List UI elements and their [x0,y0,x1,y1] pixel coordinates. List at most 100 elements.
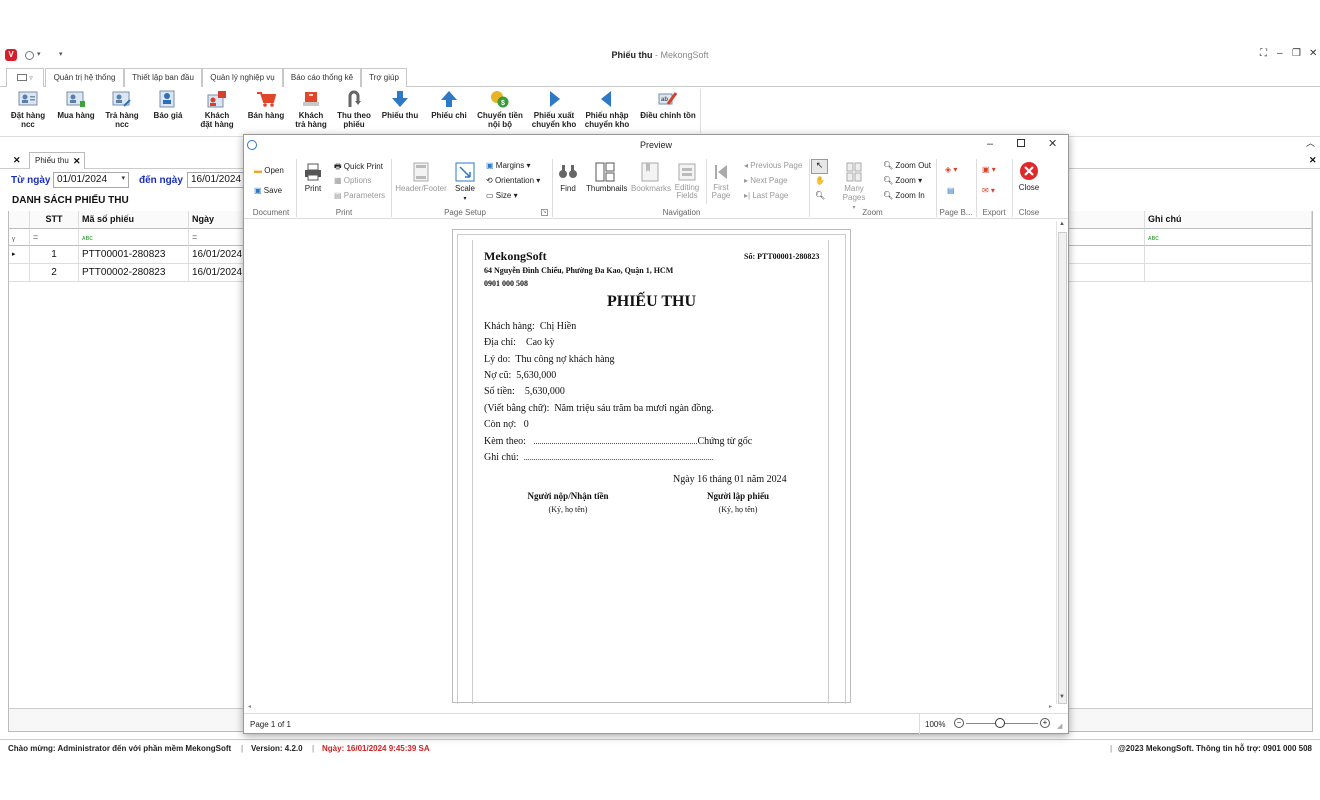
col-header-blank[interactable] [1068,211,1145,229]
scale-button[interactable]: Scale ▾ [452,162,478,202]
tab-tro-giup[interactable]: Trợ giúp [361,68,407,87]
filter-blank[interactable] [1068,229,1145,246]
table-cell-code[interactable]: PTT00001-280823 [79,246,189,264]
orientation-button[interactable]: ⟲ Orientation ▾ [486,176,540,185]
close-button[interactable]: ✕ [1309,48,1317,59]
app-menu-button[interactable]: ▿ [6,68,44,87]
tab-quan-ly-nghiep-vu[interactable]: Quản lý nghiệp vụ [202,68,283,88]
minimize-button[interactable]: – [1277,48,1283,59]
close-document-icon[interactable]: ✕ [1309,155,1317,166]
page-setup-launcher-icon[interactable]: ↘ [541,209,548,216]
ribbon-thu-theo-phieu[interactable]: Thu theo phiếu [330,90,378,129]
preview-close-button[interactable]: ✕ [1048,137,1057,150]
export-icon[interactable]: ▣ ▾ [982,165,996,174]
table-cell-stt[interactable]: 2 [30,264,79,282]
size-button[interactable]: ▭ Size ▾ [486,191,518,200]
magnifier-tool-icon[interactable]: 🔍︎ [815,191,825,200]
from-date-field[interactable]: 01/01/2024 ▾ [53,172,129,188]
table-cell-blank[interactable] [1068,246,1145,264]
bookmarks-button[interactable]: Bookmarks [631,162,671,193]
ribbon-dat-hang-ncc[interactable]: Đặt hàng ncc [4,90,52,129]
vertical-scrollbar[interactable]: ▲ ▼ [1056,221,1067,704]
ribbon-chuyen-tien-noi-bo[interactable]: $ Chuyển tiền nội bộ [476,90,524,129]
scroll-up-icon[interactable]: ▲ [1059,221,1065,227]
open-button[interactable]: ▬ Open [254,166,284,175]
page-color-icon[interactable]: ◈ ▾ [945,165,957,174]
table-cell-stt[interactable]: 1 [30,246,79,264]
ribbon-khach-dat-hang[interactable]: Khách đặt hàng [193,90,241,129]
table-cell-date[interactable]: 16/01/2024 [189,246,249,264]
fullscreen-icon[interactable]: ⛶ [1260,48,1267,59]
header-footer-button[interactable]: Header/Footer [394,162,448,193]
zoom-in-button[interactable]: 🔍︎ Zoom In [883,191,925,200]
tab-bao-cao-thong-ke[interactable]: Báo cáo thống kê [283,68,361,87]
pointer-tool-icon[interactable]: ↖ [811,159,828,174]
filter-note[interactable]: ᴀʙᴄ [1145,229,1312,246]
last-page-button[interactable]: ▸| Last Page [744,191,788,200]
ribbon-bao-gia[interactable]: Báo giá [144,90,192,120]
filter-row-icon[interactable]: ᵧ [9,229,30,246]
ribbon-phieu-chi[interactable]: Phiếu chi [425,90,473,120]
preview-maximize-button[interactable] [1017,139,1025,147]
tab-phieu-thu[interactable]: Phiếu thu ✕ [29,152,85,169]
find-button[interactable]: Find [555,162,581,193]
many-pages-button[interactable]: Many Pages ▾ [832,162,876,211]
thumbnails-button[interactable]: Thumbnails [586,162,627,193]
next-page-button[interactable]: ▸ Next Page [744,176,788,185]
print-button[interactable]: Print [301,162,325,193]
ribbon-khach-tra-hang[interactable]: Khách trả hàng [287,90,335,129]
tab-thiet-lap-ban-dau[interactable]: Thiết lập ban đầu [124,68,202,87]
zoom-in-small-icon[interactable]: + [1040,718,1050,728]
send-icon[interactable]: ✉ ▾ [982,186,995,195]
col-header-code[interactable]: Mã số phiếu [79,211,189,229]
close-preview-button[interactable]: Close [1014,161,1044,192]
table-cell-note[interactable] [1145,246,1312,264]
ribbon-phieu-xuat-chuyen-kho[interactable]: Phiếu xuất chuyển kho [530,90,578,129]
zoom-button[interactable]: 🔍︎ Zoom ▾ [883,176,922,185]
save-button[interactable]: ▣ Save [254,186,282,195]
resize-grip-icon[interactable]: ◢ [1057,722,1062,730]
ribbon-phieu-thu[interactable]: Phiếu thu [376,90,424,120]
zoom-slider-thumb[interactable] [995,718,1005,728]
ribbon-mua-hang[interactable]: Mua hàng [52,90,100,120]
hand-tool-icon[interactable]: ✋ [815,176,825,185]
preview-minimize-button[interactable]: – [987,138,993,150]
watermark-icon[interactable]: ▤ [947,186,955,195]
row-indicator[interactable] [9,264,30,282]
ribbon-dieu-chinh-ton[interactable]: ab Điều chỉnh tồn [638,90,698,120]
quick-print-button[interactable]: 🖶 Quick Print [334,161,383,175]
ribbon-tra-hang-ncc[interactable]: Trả hàng ncc [98,90,146,129]
row-indicator-icon[interactable]: ▸ [9,246,30,264]
table-cell-note[interactable] [1145,264,1312,282]
table-cell-date[interactable]: 16/01/2024 [189,264,249,282]
tab-quan-tri-he-thong[interactable]: Quản trị hệ thống [45,68,124,87]
col-header-date[interactable]: Ngày [189,211,249,229]
ribbon-ban-hang[interactable]: Bán hàng [242,90,290,120]
ribbon-phieu-nhap-chuyen-kho[interactable]: Phiếu nhập chuyển kho [583,90,631,129]
scroll-left-icon[interactable]: ◂ [248,703,251,710]
collapse-ribbon-icon[interactable]: ︿ [1306,136,1315,149]
previous-page-button[interactable]: ◂ Previous Page [744,161,802,170]
col-header-note[interactable]: Ghi chú [1145,211,1312,229]
margins-button[interactable]: ▣ Margins ▾ [486,161,531,170]
editing-fields-button[interactable]: Editing Fields [673,162,701,200]
filter-code[interactable]: ᴀʙᴄ [79,229,189,246]
chevron-down-icon[interactable]: ▾ [121,174,125,182]
table-cell-code[interactable]: PTT00002-280823 [79,264,189,282]
scroll-down-icon[interactable]: ▼ [1059,694,1065,700]
options-button[interactable]: ▦ Options [334,176,371,185]
scroll-right-icon[interactable]: ▸ [1049,703,1052,710]
restore-button[interactable]: ❐ [1292,48,1301,59]
table-cell-blank[interactable] [1068,264,1145,282]
col-header-stt[interactable]: STT [30,211,79,229]
close-all-tabs-icon[interactable]: ✕ [13,155,21,166]
zoom-out-small-icon[interactable]: − [954,718,964,728]
zoom-out-button[interactable]: 🔍︎ Zoom Out [883,161,931,170]
filter-date[interactable]: = [189,229,249,246]
horizontal-scrollbar[interactable]: ◂ ▸ [244,703,1056,713]
filter-stt[interactable]: = [30,229,79,246]
first-page-button[interactable]: First Page [708,162,734,200]
scroll-thumb[interactable] [1058,232,1067,704]
parameters-button[interactable]: ▤ Parameters [334,191,385,200]
close-tab-icon[interactable]: ✕ [73,156,81,167]
